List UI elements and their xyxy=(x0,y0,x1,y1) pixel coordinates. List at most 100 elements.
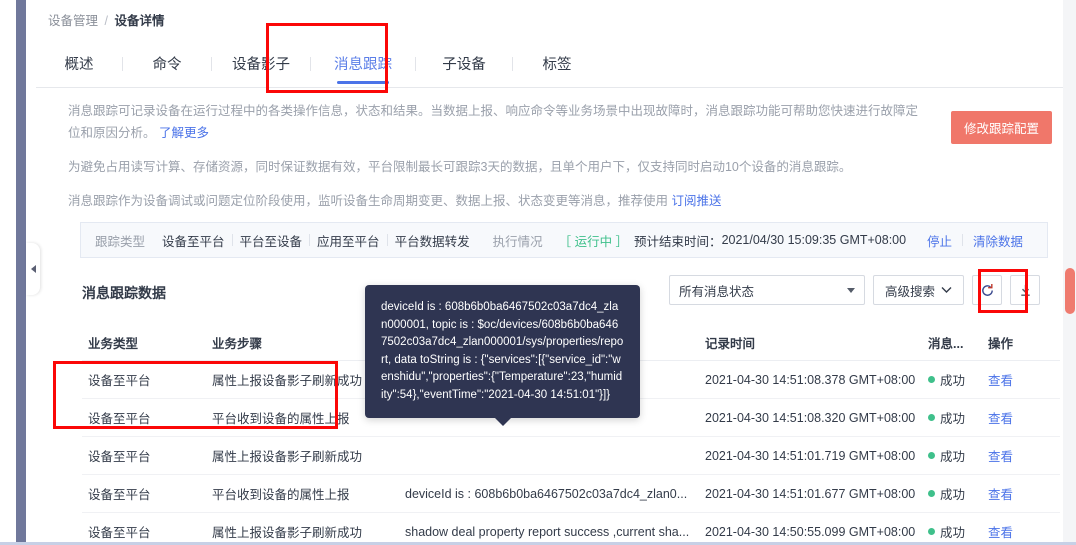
message-status-filter-value: 所有消息状态 xyxy=(678,284,754,299)
cell-operation: 查看 xyxy=(988,408,1058,427)
cell-content: shadow deal property report success ,cur… xyxy=(405,524,690,539)
cell-business-type: 设备至平台 xyxy=(88,450,151,464)
trace-type-platform-forward: 平台数据转发 xyxy=(394,234,470,249)
tab-commands[interactable]: 命令 xyxy=(123,40,211,88)
status-dot-icon xyxy=(928,414,935,421)
table-row[interactable]: 设备至平台 平台收到设备的属性上报 deviceId is : 608b6b0b… xyxy=(82,475,1060,513)
cell-business-type: 设备至平台 xyxy=(88,374,151,388)
cell-operation: 查看 xyxy=(988,484,1058,503)
end-time-label: 预计结束时间： xyxy=(634,234,722,249)
view-link[interactable]: 查看 xyxy=(988,412,1013,426)
table-row[interactable]: 设备至平台 属性上报设备影子刷新成功 shadow deal property … xyxy=(82,513,1060,545)
status-dot-icon xyxy=(928,528,935,535)
column-header-message-status: 消息... xyxy=(928,337,964,351)
tab-message-trace[interactable]: 消息跟踪 xyxy=(311,40,415,88)
cell-message-status: 成功 xyxy=(928,370,988,389)
trace-config-bar: 跟踪类型 设备至平台 平台至设备 应用至平台 平台数据转发 执行情况 ［ 运行中… xyxy=(80,222,1048,258)
cell-operation: 查看 xyxy=(988,446,1058,465)
view-link[interactable]: 查看 xyxy=(988,374,1013,388)
exec-status-value: ［ 运行中 ］ xyxy=(558,234,629,249)
subscribe-push-link[interactable]: 订阅推送 xyxy=(672,194,722,208)
column-header-operation: 操作 xyxy=(988,337,1014,351)
column-header-business-type: 业务类型 xyxy=(88,337,139,351)
page-scrollbar-track[interactable] xyxy=(1063,0,1076,545)
tab-child-devices[interactable]: 子设备 xyxy=(416,40,512,88)
description-line-3: 消息跟踪作为设备调试或问题定位阶段使用，监听设备生命周期变更、数据上报、状态变更… xyxy=(68,190,928,212)
cell-record-time: 2021-04-30 14:51:08.320 GMT+08:00 xyxy=(705,410,916,425)
modify-trace-config-button[interactable]: 修改跟踪配置 xyxy=(950,111,1052,144)
cell-business-type: 设备至平台 xyxy=(88,488,151,502)
chevron-down-icon xyxy=(846,287,855,293)
advanced-search-label: 高级搜索 xyxy=(884,284,935,299)
breadcrumb-current: 设备详情 xyxy=(114,14,165,28)
breadcrumb: 设备管理 / 设备详情 xyxy=(48,10,164,29)
cell-record-time: 2021-04-30 14:51:01.677 GMT+08:00 xyxy=(705,486,916,501)
status-dot-icon xyxy=(928,452,935,459)
status-dot-icon xyxy=(928,490,935,497)
breadcrumb-separator: / xyxy=(104,14,108,28)
trace-bar-actions: 停止 清除数据 xyxy=(917,231,1033,250)
chevron-left-icon xyxy=(30,265,36,273)
cell-business-type: 设备至平台 xyxy=(88,412,151,426)
cell-record-time: 2021-04-30 14:51:01.719 GMT+08:00 xyxy=(705,448,916,463)
tab-device-shadow[interactable]: 设备影子 xyxy=(212,40,310,88)
left-margin xyxy=(0,0,16,545)
cell-message-status: 成功 xyxy=(928,522,988,541)
refresh-icon xyxy=(981,283,993,296)
view-link[interactable]: 查看 xyxy=(988,450,1013,464)
status-text: 成功 xyxy=(940,412,966,426)
stop-trace-link[interactable]: 停止 xyxy=(917,231,962,250)
cell-record-time: 2021-04-30 14:50:55.099 GMT+08:00 xyxy=(705,524,916,539)
trace-type-label: 跟踪类型 xyxy=(95,234,146,249)
learn-more-link[interactable]: 了解更多 xyxy=(159,126,209,140)
cell-record-time: 2021-04-30 14:51:08.378 GMT+08:00 xyxy=(705,372,916,387)
app-root: 设备管理 / 设备详情 概述 命令 设备影子 消息跟踪 子设备 标签 消息跟踪可… xyxy=(0,0,1076,545)
status-text: 成功 xyxy=(940,526,966,540)
cell-message-status: 成功 xyxy=(928,446,988,465)
advanced-search-button[interactable]: 高级搜索 xyxy=(872,275,964,305)
message-content-tooltip: deviceId is : 608b6b0ba6467502c03a7dc4_z… xyxy=(365,285,640,418)
download-button[interactable] xyxy=(1010,275,1040,305)
left-nav-rail xyxy=(16,0,26,545)
cell-message-status: 成功 xyxy=(928,408,988,427)
table-row[interactable]: 设备至平台 属性上报设备影子刷新成功 2021-04-30 14:51:01.7… xyxy=(82,437,1060,475)
page-content: 设备管理 / 设备详情 概述 命令 设备影子 消息跟踪 子设备 标签 消息跟踪可… xyxy=(26,0,1070,545)
cell-message-status: 成功 xyxy=(928,484,988,503)
cell-content: deviceId is : 608b6b0ba6467502c03a7dc4_z… xyxy=(405,486,688,501)
description-line-2: 为避免占用读写计算、存储资源，同时保证数据有效，平台限制最长可跟踪3天的数据，且… xyxy=(68,160,852,174)
cell-operation: 查看 xyxy=(988,370,1058,389)
section-title-trace-data: 消息跟踪数据 xyxy=(82,285,166,301)
description-text-3: 消息跟踪作为设备调试或问题定位阶段使用，监听设备生命周期变更、数据上报、状态变更… xyxy=(68,194,669,208)
tab-overview[interactable]: 概述 xyxy=(36,40,122,88)
view-link[interactable]: 查看 xyxy=(988,526,1013,540)
chevron-down-icon xyxy=(941,287,952,293)
trace-type-app-to-platform: 应用至平台 xyxy=(317,234,380,249)
status-dot-icon xyxy=(928,376,935,383)
download-icon xyxy=(1020,284,1030,296)
view-link[interactable]: 查看 xyxy=(988,488,1013,502)
table-toolbar: 所有消息状态 高级搜索 xyxy=(668,275,1040,305)
breadcrumb-parent[interactable]: 设备管理 xyxy=(48,14,98,28)
description-panel: 消息跟踪可记录设备在运行过程中的各类操作信息，状态和结果。当数据上报、响应命令等… xyxy=(68,100,1058,224)
cell-operation: 查看 xyxy=(988,522,1058,541)
trace-type-device-to-platform: 设备至平台 xyxy=(162,234,225,249)
page-scrollbar-thumb[interactable] xyxy=(1065,268,1075,314)
trace-type-platform-to-device: 平台至设备 xyxy=(239,234,303,249)
column-header-record-time: 记录时间 xyxy=(705,337,756,351)
status-text: 成功 xyxy=(940,450,966,464)
status-text: 成功 xyxy=(940,488,966,502)
message-status-filter[interactable]: 所有消息状态 xyxy=(668,275,865,305)
status-text: 成功 xyxy=(940,374,966,388)
refresh-button[interactable] xyxy=(972,275,1002,305)
end-time-value: 2021/04/30 15:09:35 GMT+08:00 xyxy=(721,233,907,247)
cell-business-step: 平台收到设备的属性上报 xyxy=(212,488,350,502)
tab-tags[interactable]: 标签 xyxy=(513,40,601,88)
tab-bar: 概述 命令 设备影子 消息跟踪 子设备 标签 xyxy=(36,40,1070,88)
exec-status-label: 执行情况 xyxy=(492,234,543,249)
clear-data-link[interactable]: 清除数据 xyxy=(963,231,1033,250)
description-line-1: 消息跟踪可记录设备在运行过程中的各类操作信息，状态和结果。当数据上报、响应命令等… xyxy=(68,100,928,144)
cell-business-step: 属性上报设备影子刷新成功 xyxy=(212,526,363,540)
sidebar-collapse-handle[interactable] xyxy=(26,243,40,295)
cell-business-step: 属性上报设备影子刷新成功 xyxy=(212,450,363,464)
cell-business-type: 设备至平台 xyxy=(88,526,151,540)
